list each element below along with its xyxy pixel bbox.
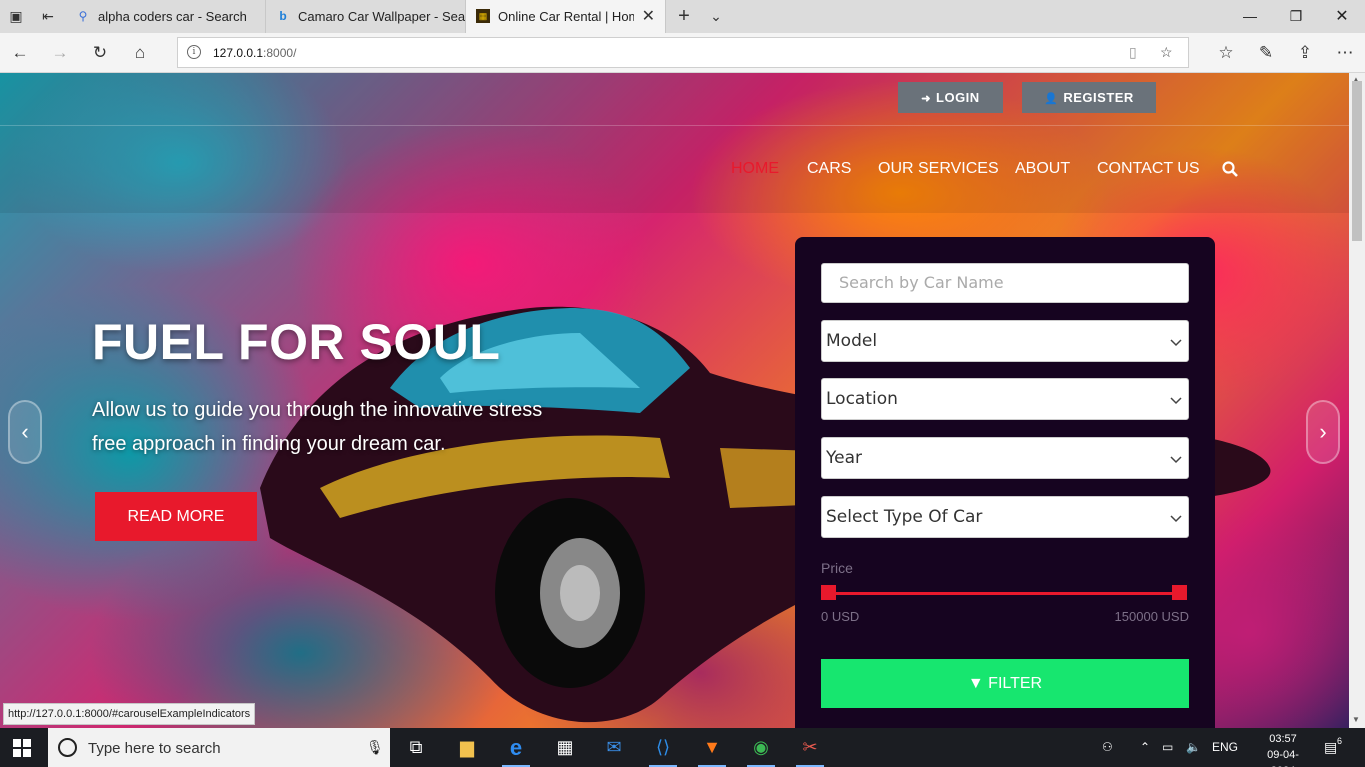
filter-icon: ▼: [967, 675, 984, 692]
microphone-icon[interactable]: 🎙: [366, 739, 384, 756]
page-scrollbar[interactable]: ▲ ▼: [1349, 73, 1365, 728]
price-max-handle[interactable]: [1172, 585, 1187, 600]
tab-title: Camaro Car Wallpaper - Sea: [298, 9, 466, 24]
chevron-down-icon[interactable]: ⌄: [706, 6, 726, 26]
taskbar-search-box[interactable]: Type here to search 🎙: [48, 728, 390, 767]
tray-chevron-up-icon[interactable]: ⌃: [1140, 728, 1150, 767]
register-button[interactable]: 👤 REGISTER: [1022, 82, 1156, 113]
store-icon[interactable]: ▦: [541, 728, 589, 767]
windows-taskbar: Type here to search 🎙 ⧉ ▆ e ▦ ✉ ⟨⟩ ▼ ◉ ✂…: [0, 728, 1365, 767]
chevron-down-icon: [1170, 339, 1182, 347]
scrollbar-thumb[interactable]: [1352, 81, 1362, 241]
browser-toolbar: ← → ↻ ⌂ i 127.0.0.1:8000/ ▯ ☆ ☆ ✎ ⇪ ⋯: [0, 33, 1365, 73]
price-range-track[interactable]: [826, 592, 1180, 595]
tab-alpha-coders[interactable]: ⚲ alpha coders car - Search: [66, 0, 266, 33]
search-icon[interactable]: [1222, 161, 1238, 177]
filter-button[interactable]: ▼ FILTER: [821, 659, 1189, 708]
tab-actions-icon[interactable]: ▣: [6, 6, 26, 26]
web-page: ➜ LOGIN 👤 REGISTER HOME CARS OUR SERVICES …: [0, 73, 1349, 728]
chevron-right-icon: ›: [1319, 419, 1327, 444]
tab-title: Online Car Rental | Hom: [498, 9, 634, 24]
forward-icon[interactable]: →: [48, 41, 72, 65]
vscode-icon[interactable]: ⟨⟩: [639, 728, 687, 767]
model-select[interactable]: Model: [821, 320, 1189, 362]
refresh-icon[interactable]: ↻: [88, 41, 112, 65]
price-label: Price: [821, 560, 853, 576]
url-text: 127.0.0.1:8000/: [213, 46, 297, 60]
price-max-value: 150000 USD: [1114, 609, 1189, 624]
site-logo-icon: ▦: [476, 9, 490, 23]
carousel-next-button[interactable]: ›: [1306, 400, 1340, 464]
new-tab-icon[interactable]: +: [674, 6, 694, 26]
xampp-icon[interactable]: ▼: [688, 728, 736, 767]
task-view-icon[interactable]: ⧉: [392, 728, 440, 767]
info-icon[interactable]: i: [187, 45, 201, 59]
tab-online-car-rental[interactable]: ▦ Online Car Rental | Hom ✕: [466, 0, 666, 33]
status-bar-url: http://127.0.0.1:8000/#carouselExampleIn…: [3, 703, 256, 725]
menu-item-home[interactable]: HOME: [731, 160, 779, 178]
user-plus-icon: 👤: [1044, 93, 1059, 105]
menu-item-cars[interactable]: CARS: [807, 160, 851, 178]
close-tab-icon[interactable]: ✕: [642, 0, 655, 33]
restore-button[interactable]: ❐: [1273, 0, 1319, 33]
pen-icon[interactable]: ✎: [1254, 41, 1278, 65]
price-min-value: 0 USD: [821, 609, 860, 624]
chevron-down-icon: [1170, 515, 1182, 523]
cortana-icon: [58, 738, 77, 757]
edge-icon[interactable]: e: [492, 728, 540, 767]
location-select[interactable]: Location: [821, 378, 1189, 420]
hero-title: FUEL FOR SOUL: [92, 314, 501, 370]
snipping-tool-icon[interactable]: ✂: [786, 728, 834, 767]
chrome-icon[interactable]: ◉: [737, 728, 785, 767]
minimize-button[interactable]: —: [1227, 0, 1273, 33]
battery-icon[interactable]: ▭: [1162, 728, 1173, 767]
chevron-left-icon: ‹: [21, 419, 29, 444]
hero-description: Allow us to guide you through the innova…: [92, 399, 543, 455]
menu-item-contact-us[interactable]: CONTACT US: [1097, 160, 1200, 178]
tab-bar: ▣ ⇤ ⚲ alpha coders car - Search b Camaro…: [0, 0, 1365, 33]
chevron-down-icon: [1170, 397, 1182, 405]
car-type-select[interactable]: Select Type Of Car: [821, 496, 1189, 538]
notification-center-icon[interactable]: ▤: [1324, 728, 1337, 767]
back-icon[interactable]: ←: [8, 41, 32, 65]
share-icon[interactable]: ⇪: [1293, 41, 1317, 65]
search-icon: ⚲: [78, 9, 88, 23]
chevron-down-icon: [1170, 456, 1182, 464]
favorite-star-icon[interactable]: ☆: [1160, 44, 1173, 61]
bing-icon: b: [279, 9, 287, 23]
sign-in-icon: ➜: [921, 93, 932, 105]
file-explorer-icon[interactable]: ▆: [443, 728, 491, 767]
volume-icon[interactable]: 🔈: [1186, 728, 1201, 767]
home-icon[interactable]: ⌂: [128, 41, 152, 65]
notification-count-badge: 6: [1337, 734, 1343, 748]
mail-icon[interactable]: ✉: [590, 728, 638, 767]
address-bar[interactable]: i 127.0.0.1:8000/ ▯ ☆: [177, 37, 1189, 68]
menu-item-our-services[interactable]: OUR SERVICES: [878, 160, 999, 178]
taskbar-clock[interactable]: 03:57 09-04-2024: [1258, 731, 1308, 767]
menu-item-about[interactable]: ABOUT: [1015, 160, 1070, 178]
close-window-button[interactable]: ✕: [1319, 0, 1365, 33]
windows-start-icon[interactable]: [13, 739, 31, 757]
set-aside-tabs-icon[interactable]: ⇤: [38, 6, 58, 26]
year-select[interactable]: Year: [821, 437, 1189, 479]
header-divider: [0, 125, 1349, 126]
carousel-prev-button[interactable]: ‹: [8, 400, 42, 464]
favorites-icon[interactable]: ☆: [1214, 41, 1238, 65]
car-search-panel: Search by Car Name Model Location Year S…: [795, 237, 1215, 728]
more-icon[interactable]: ⋯: [1333, 41, 1357, 65]
login-button[interactable]: ➜ LOGIN: [898, 82, 1003, 113]
tab-camaro-wallpaper[interactable]: b Camaro Car Wallpaper - Sea: [266, 0, 466, 33]
price-min-handle[interactable]: [821, 585, 836, 600]
language-indicator[interactable]: ENG: [1212, 728, 1238, 767]
car-name-search-input[interactable]: Search by Car Name: [821, 263, 1189, 303]
scroll-down-icon[interactable]: ▼: [1352, 715, 1360, 724]
read-more-button[interactable]: READ MORE: [95, 492, 257, 541]
tab-title: alpha coders car - Search: [98, 9, 247, 24]
reading-view-icon[interactable]: ▯: [1129, 44, 1137, 61]
people-icon[interactable]: ⚇: [1102, 728, 1113, 767]
